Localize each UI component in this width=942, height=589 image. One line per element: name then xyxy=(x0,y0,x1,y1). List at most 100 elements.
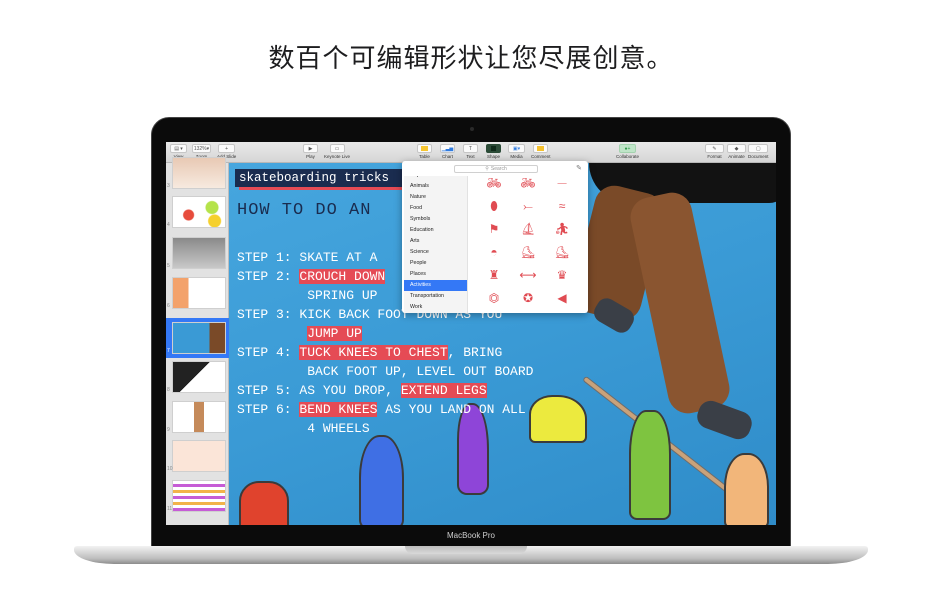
category-symbols[interactable]: Symbols xyxy=(404,214,467,225)
slide-thumbnail[interactable] xyxy=(172,401,226,433)
slide-thumbnail[interactable] xyxy=(172,361,226,393)
yellow-skater-figure xyxy=(529,395,587,443)
document-label: Document xyxy=(748,154,769,159)
step-line: 4 WHEELS xyxy=(237,419,533,438)
skater-photo xyxy=(626,188,734,418)
bicycle-icon[interactable]: 🚲︎ xyxy=(518,173,538,193)
category-places[interactable]: Places xyxy=(404,269,467,280)
swimmer-icon[interactable]: ≈ xyxy=(552,196,572,216)
document-button[interactable]: ▢ Document xyxy=(748,144,769,159)
shape-grid: 🚲︎ 🚲︎ ⏤ ⬮ ⤚ ≈ ⚑ ⛵︎ ⛹︎ ◓ ⛸︎ ⛸︎ ♜ ⟷ ♛ ⏣ ✪ ◀ xyxy=(472,175,586,311)
step-text: 4 WHEELS xyxy=(307,421,370,436)
step-text: AS YOU DROP, xyxy=(299,383,401,398)
step-label: STEP 4: xyxy=(237,345,300,360)
step-label: STEP 6: xyxy=(237,402,300,417)
zoom-value: 132% ▾ xyxy=(192,144,211,153)
keynote-live-button[interactable]: ▭ Keynote Live xyxy=(324,144,350,159)
search-icon: ⚲ xyxy=(485,166,489,172)
category-transportation[interactable]: Transportation xyxy=(404,291,467,302)
hiker-icon[interactable]: ⛹︎ xyxy=(552,219,572,239)
device-brand-label: MacBook Pro xyxy=(446,531,496,540)
plus-icon: + xyxy=(218,144,236,153)
category-food[interactable]: Food xyxy=(404,203,467,214)
slide-heading[interactable]: HOW TO DO AN xyxy=(237,201,371,220)
orange-skater-figure xyxy=(724,453,769,525)
golf-flag-icon[interactable]: ⚑ xyxy=(484,219,504,239)
category-activities[interactable]: Activities xyxy=(404,280,467,291)
slide-thumbnail[interactable] xyxy=(172,157,226,189)
animate-button[interactable]: ◆ Animate xyxy=(727,144,746,159)
step-text: SPRING UP xyxy=(307,288,378,303)
inline-skate-icon[interactable]: ⛸︎ xyxy=(518,242,538,262)
step-text: AS YOU LAND ON ALL xyxy=(377,402,526,417)
bicycle-icon[interactable]: 🚲︎ xyxy=(484,173,504,193)
step-line: STEP 5: AS YOU DROP, EXTEND LEGS xyxy=(237,381,533,400)
slide-number: 5 xyxy=(167,263,170,269)
highlighted-text: TUCK KNEES TO CHEST xyxy=(299,345,448,360)
keynote-live-label: Keynote Live xyxy=(324,154,351,159)
media-button[interactable]: ▣▾ Media xyxy=(508,144,525,159)
collaborate-label: Collaborate xyxy=(616,154,640,159)
format-label: Format xyxy=(707,154,722,159)
shape-button[interactable]: Shape xyxy=(486,144,501,159)
slide-thumbnail[interactable] xyxy=(172,277,226,309)
shape-search-input[interactable]: ⚲ Search xyxy=(454,165,538,173)
animate-icon: ◆ xyxy=(727,144,746,153)
slide-number: 4 xyxy=(167,222,170,228)
media-label: Media xyxy=(510,154,523,159)
text-icon: T xyxy=(463,144,478,153)
play-button[interactable]: ▶ Play xyxy=(303,144,318,159)
collaborate-button[interactable]: ●+ Collaborate xyxy=(616,144,639,159)
roller-skate-icon[interactable]: ⛸︎ xyxy=(552,242,572,262)
slide-thumbnail[interactable] xyxy=(172,237,226,269)
slide-thumbnail[interactable] xyxy=(172,480,226,512)
shape-icon xyxy=(486,144,501,153)
comment-button[interactable]: Comment xyxy=(531,144,551,159)
search-placeholder: Search xyxy=(490,166,507,172)
step-label xyxy=(237,326,307,341)
table-button[interactable]: Table xyxy=(417,144,432,159)
category-animals[interactable]: Animals xyxy=(404,181,467,192)
slide-thumbnail[interactable] xyxy=(172,322,226,354)
step-label: STEP 3: xyxy=(237,307,300,322)
category-arts[interactable]: Arts xyxy=(404,236,467,247)
slide-thumbnail[interactable] xyxy=(172,440,226,472)
laptop-opening-notch xyxy=(405,546,527,554)
step-line: BACK FOOT UP, LEVEL OUT BOARD xyxy=(237,362,533,381)
category-people[interactable]: People xyxy=(404,258,467,269)
title-underline xyxy=(239,187,405,190)
slide-navigator: 3 4 5 6 7 8 9 10 11 xyxy=(166,157,229,525)
highlighted-text: EXTEND LEGS xyxy=(400,383,487,398)
megaphone-icon[interactable]: ◀ xyxy=(552,288,572,308)
slide-thumbnail[interactable] xyxy=(172,196,226,228)
sailboat-icon[interactable]: ⛵︎ xyxy=(518,219,538,239)
chart-button[interactable]: ▁▃▅ Chart xyxy=(440,144,455,159)
slide-title[interactable]: skateboarding tricks xyxy=(235,169,405,187)
bowling-pin-icon[interactable]: ♜ xyxy=(484,265,504,285)
blue-skater-figure xyxy=(359,435,404,525)
keynote-window: ▤ ▾ View 132%▾ Zoom + Add Slide ▶ Play ▭… xyxy=(166,142,776,525)
rowing-icon[interactable]: ⤚ xyxy=(518,196,538,216)
ufo-frisbee-icon[interactable]: ◓ xyxy=(484,242,504,262)
zoom-value-text: 132% xyxy=(193,145,207,152)
page: 数百个可编辑形状让您尽展创意。 ▤ ▾ View 132%▾ Zoom + Ad… xyxy=(0,0,942,589)
format-button[interactable]: ✎ Format xyxy=(705,144,724,159)
ribbon-award-icon[interactable]: ✪ xyxy=(518,288,538,308)
slide-number: 6 xyxy=(167,303,170,309)
step-label: STEP 2: xyxy=(237,269,300,284)
shape-library-popover: ⚲ Search ✎ ObjectsAnimalsNatureFoodSymbo… xyxy=(402,161,588,313)
category-work[interactable]: Work xyxy=(404,302,467,313)
document-icon: ▢ xyxy=(748,144,769,153)
step-label: STEP 5: xyxy=(237,383,300,398)
pen-draw-icon[interactable]: ✎ xyxy=(576,164,582,172)
dumbbell-icon[interactable]: ⟷ xyxy=(518,265,538,285)
text-button[interactable]: T Text xyxy=(463,144,478,159)
category-education[interactable]: Education xyxy=(404,225,467,236)
highlighted-text: JUMP UP xyxy=(307,326,362,341)
skateboard-icon[interactable]: ⏤ xyxy=(552,173,572,193)
surfboard-icon[interactable]: ⬮ xyxy=(484,196,504,216)
category-nature[interactable]: Nature xyxy=(404,192,467,203)
category-science[interactable]: Science xyxy=(404,247,467,258)
trophy-icon[interactable]: ♛ xyxy=(552,265,572,285)
medal-icon[interactable]: ⏣ xyxy=(484,288,504,308)
